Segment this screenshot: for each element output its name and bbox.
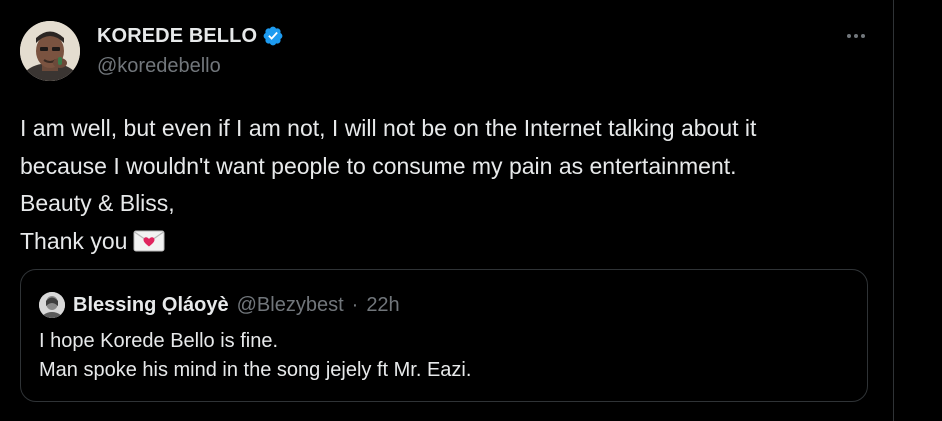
quoted-tweet-header: Blessing Ọláoyè @Blezybest · 22h (39, 292, 400, 318)
love-letter-emoji-icon (133, 226, 165, 251)
quoted-author-handle[interactable]: @Blezybest (237, 294, 344, 317)
meta-separator: · (351, 293, 359, 316)
tweet-text-line: Beauty & Bliss, (20, 190, 175, 216)
more-horizontal-icon-dot (854, 34, 858, 38)
quoted-tweet-timestamp[interactable]: 22h (366, 294, 399, 317)
quoted-author-avatar[interactable] (39, 292, 65, 318)
tweet-text-line-last: Thank you (20, 223, 880, 261)
profile-photo-icon (39, 292, 65, 318)
quoted-tweet[interactable]: Blessing Ọláoyè @Blezybest · 22h I hope … (20, 269, 868, 402)
author-name-row: KOREDE BELLO (97, 24, 284, 48)
author-name[interactable]: KOREDE BELLO (97, 25, 257, 48)
more-options-button[interactable] (842, 24, 870, 48)
column-divider (893, 0, 894, 421)
tweet-text: I am well, but even if I am not, I will … (20, 110, 880, 260)
tweet-text-line: I am well, but even if I am not, I will … (20, 115, 757, 141)
tweet-text-thank-you: Thank you (20, 227, 128, 254)
quoted-tweet-text-line: I hope Korede Bello is fine. (39, 330, 279, 352)
tweet[interactable]: KOREDE BELLO @koredebello I am well, but… (0, 0, 893, 421)
verified-badge-icon (262, 25, 284, 47)
author-handle[interactable]: @koredebello (97, 55, 221, 78)
more-horizontal-icon (847, 34, 851, 38)
quoted-tweet-text-line: Man spoke his mind in the song jejely ft… (39, 359, 472, 381)
profile-photo-icon (20, 21, 80, 81)
more-horizontal-icon-dot (861, 34, 865, 38)
quoted-tweet-text: I hope Korede Bello is fine. Man spoke h… (39, 327, 471, 385)
tweet-text-line: because I wouldn't want people to consum… (20, 152, 737, 179)
quoted-author-name[interactable]: Blessing Ọláoyè (73, 294, 229, 317)
author-avatar[interactable] (20, 21, 80, 81)
